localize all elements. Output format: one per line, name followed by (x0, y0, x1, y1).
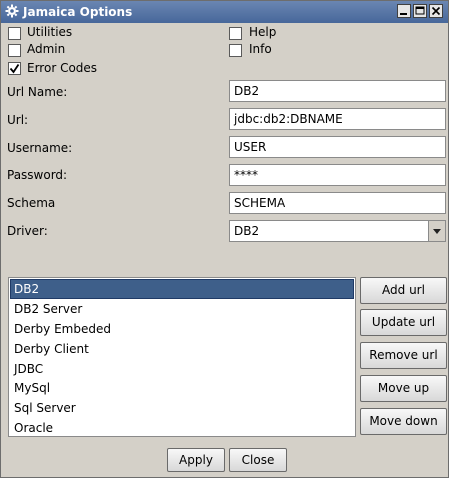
checkmark-icon (9, 64, 20, 74)
close-button[interactable]: Close (229, 448, 287, 472)
username-label: Username: (7, 141, 73, 155)
error-codes-label: Error Codes (27, 61, 98, 75)
driver-label: Driver: (7, 224, 48, 238)
gear-icon (5, 4, 19, 18)
info-checkbox[interactable] (229, 44, 242, 57)
remove-url-button[interactable]: Remove url (360, 342, 447, 369)
minimize-icon[interactable] (397, 4, 411, 18)
schema-input[interactable]: SCHEMA (229, 192, 446, 214)
list-item[interactable]: JDBC (10, 359, 354, 379)
url-list[interactable]: DB2 DB2 Server Derby Embeded Derby Clien… (8, 277, 356, 437)
password-label: Password: (7, 168, 68, 182)
list-item[interactable]: DB2 Server (10, 299, 354, 319)
list-item[interactable]: DB2 (10, 279, 354, 299)
error-codes-checkbox[interactable] (8, 62, 21, 75)
chevron-down-icon[interactable] (428, 221, 445, 241)
username-input[interactable]: USER (229, 136, 446, 158)
update-url-button[interactable]: Update url (360, 309, 447, 336)
utilities-label: Utilities (27, 25, 73, 39)
help-checkbox[interactable] (229, 27, 242, 40)
title-bar[interactable]: Jamaica Options (1, 1, 448, 23)
close-icon[interactable] (429, 4, 443, 18)
schema-label: Schema (7, 196, 56, 210)
url-name-input[interactable]: DB2 (229, 80, 446, 102)
list-item[interactable]: Derby Client (10, 339, 354, 359)
apply-button[interactable]: Apply (167, 448, 225, 472)
info-label: Info (249, 42, 272, 56)
list-item[interactable]: Oracle (10, 418, 354, 436)
add-url-button[interactable]: Add url (360, 277, 447, 304)
url-label: Url: (7, 113, 29, 127)
list-item[interactable]: MySql (10, 378, 354, 398)
admin-checkbox[interactable] (8, 44, 21, 57)
password-input[interactable]: **** (229, 164, 446, 186)
url-name-label: Url Name: (7, 85, 68, 99)
driver-select-value: DB2 (234, 224, 260, 238)
options-dialog: Jamaica Options Utilities Help Admin Inf… (0, 0, 449, 478)
admin-label: Admin (27, 42, 66, 56)
window-title: Jamaica Options (23, 5, 133, 19)
list-item[interactable]: Sql Server (10, 398, 354, 418)
utilities-checkbox[interactable] (8, 27, 21, 40)
url-input[interactable]: jdbc:db2:DBNAME (229, 108, 446, 130)
move-down-button[interactable]: Move down (360, 408, 447, 435)
move-up-button[interactable]: Move up (360, 375, 447, 402)
help-label: Help (249, 25, 277, 39)
list-item[interactable]: Derby Embeded (10, 319, 354, 339)
maximize-icon[interactable] (413, 4, 427, 18)
driver-select[interactable]: DB2 (229, 220, 446, 242)
